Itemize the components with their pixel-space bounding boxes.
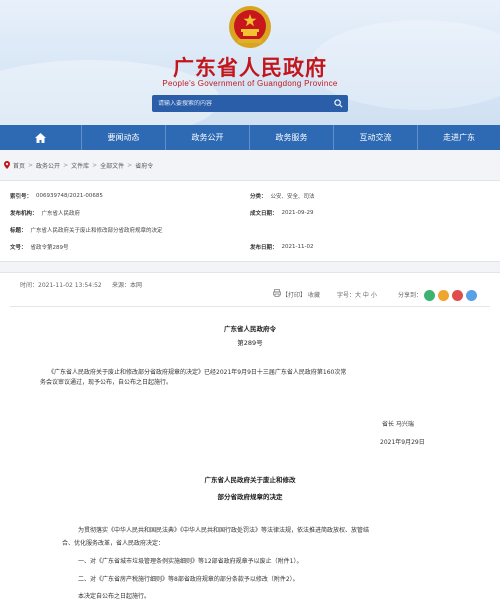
breadcrumb-separator: > <box>127 161 133 169</box>
print-button[interactable]: 【打印】 <box>282 290 306 299</box>
info-label: 发布机构： <box>10 210 38 217</box>
breadcrumb: 首页 > 政务公开 > 文件库 > 全部文件 > 省府令 <box>0 150 500 180</box>
decree-number: 第289号 <box>237 339 263 347</box>
info-value: 省政令第289号 <box>30 244 69 251</box>
info-label: 文号： <box>10 244 27 251</box>
main-nav: 要闻动态 政务公开 政务服务 互动交流 走进广东 <box>0 125 500 150</box>
list-item: 二、对《广东省房产税施行细则》等8部省政府规章的部分条款予以修改（附件2）。 <box>78 576 299 583</box>
info-doc-number: 文号： 省政令第289号 <box>10 242 69 251</box>
wechat-share-icon[interactable] <box>424 290 435 301</box>
qq-share-icon[interactable] <box>466 290 477 301</box>
info-value: 广东省人民政府关于废止和修改部分省政府规章的决定 <box>30 227 163 234</box>
site-title[interactable]: 广东省人民政府 <box>0 52 500 82</box>
breadcrumb-home[interactable]: 首页 <box>13 161 25 170</box>
breadcrumb-separator: > <box>92 161 98 169</box>
info-title: 标题： 广东省人民政府关于废止和修改部分省政府规章的决定 <box>10 225 163 234</box>
section-title: 部分省政府规章的决定 <box>217 493 283 501</box>
info-publish-date: 发布日期： 2021-11-02 <box>250 242 313 251</box>
breadcrumb-decree[interactable]: 省府令 <box>135 161 153 170</box>
publish-time: 时间：2021-11-02 13:54:52 <box>20 282 102 289</box>
breadcrumb-public-affairs[interactable]: 政务公开 <box>36 161 60 170</box>
qzone-share-icon[interactable] <box>452 290 463 301</box>
search-icon[interactable] <box>334 99 343 108</box>
search-box <box>152 95 348 112</box>
signer: 省长 马兴瑞 <box>382 421 414 428</box>
section-title: 广东省人民政府关于废止和修改 <box>204 476 296 484</box>
info-label: 分类： <box>250 193 267 200</box>
info-label: 标题： <box>10 227 27 234</box>
sign-date: 2021年9月29日 <box>380 439 425 446</box>
body-text: 合、优化服务改革，省人民政府决定： <box>62 540 165 547</box>
info-value: 公安、安全、司法 <box>270 193 315 200</box>
body-text: 务会议审议通过，现予公布，自公布之日起施行。 <box>40 379 173 386</box>
list-item: 一、对《广东省城市垃圾管理条例实施细则》等12部省政府规章予以废止（附件1）。 <box>78 558 303 565</box>
info-written-date: 成文日期： 2021-09-29 <box>250 208 313 217</box>
divider <box>10 306 490 307</box>
nav-item-interaction[interactable]: 互动交流 <box>334 125 418 150</box>
body-text: 《广东省人民政府关于废止和修改部分省政府规章的决定》已经2021年9月9日十三届… <box>48 369 347 376</box>
breadcrumb-all-files[interactable]: 全部文件 <box>100 161 124 170</box>
info-label: 发布日期： <box>250 244 278 251</box>
breadcrumb-separator: > <box>28 161 34 169</box>
info-value: 广东省人民政府 <box>41 210 81 217</box>
info-label: 索引号： <box>10 193 33 200</box>
info-index: 索引号： 006939748/2021-00685 <box>10 191 103 200</box>
document-info-panel: 索引号： 006939748/2021-00685 分类： 公安、安全、司法 发… <box>0 180 500 262</box>
home-icon <box>35 132 46 143</box>
info-value: 2021-11-02 <box>281 243 314 250</box>
nav-home[interactable] <box>0 125 82 150</box>
source: 来源：本网 <box>112 282 143 289</box>
info-value: 2021-09-29 <box>281 209 314 216</box>
nav-item-public-affairs[interactable]: 政务公开 <box>166 125 250 150</box>
nav-item-guangdong[interactable]: 走进广东 <box>418 125 500 150</box>
decree-title: 广东省人民政府令 <box>224 325 276 333</box>
weibo-share-icon[interactable] <box>438 290 449 301</box>
breadcrumb-separator: > <box>63 161 69 169</box>
location-pin-icon <box>4 161 10 169</box>
favorite-button[interactable]: 收藏 <box>308 290 320 299</box>
article-meta-bar: 时间：2021-11-02 13:54:52 来源：本网 【打印】 收藏 字号：… <box>0 273 500 301</box>
share-label: 分享到： <box>398 292 423 299</box>
font-size-selector[interactable]: 字号：大 中 小 <box>337 290 377 299</box>
nav-item-news[interactable]: 要闻动态 <box>82 125 166 150</box>
info-value: 006939748/2021-00685 <box>36 192 103 199</box>
info-category: 分类： 公安、安全、司法 <box>250 191 315 200</box>
nav-item-services[interactable]: 政务服务 <box>250 125 334 150</box>
body-text: 为贯彻落实《中华人民共和国民法典》《中华人民共和国行政处罚法》等法律法规，依法推… <box>78 527 370 534</box>
search-input[interactable] <box>158 100 308 107</box>
info-issuer: 发布机构： 广东省人民政府 <box>10 208 80 217</box>
print-icon[interactable] <box>273 289 281 297</box>
national-emblem-icon <box>229 6 271 48</box>
breadcrumb-file-library[interactable]: 文件库 <box>71 161 89 170</box>
article: 时间：2021-11-02 13:54:52 来源：本网 【打印】 收藏 字号：… <box>0 272 500 603</box>
site-header: 广东省人民政府 People's Government of Guangdong… <box>0 0 500 125</box>
site-subtitle: People's Government of Guangdong Provinc… <box>162 79 338 88</box>
body-text: 本决定自公布之日起施行。 <box>78 593 151 600</box>
info-label: 成文日期： <box>250 210 278 217</box>
